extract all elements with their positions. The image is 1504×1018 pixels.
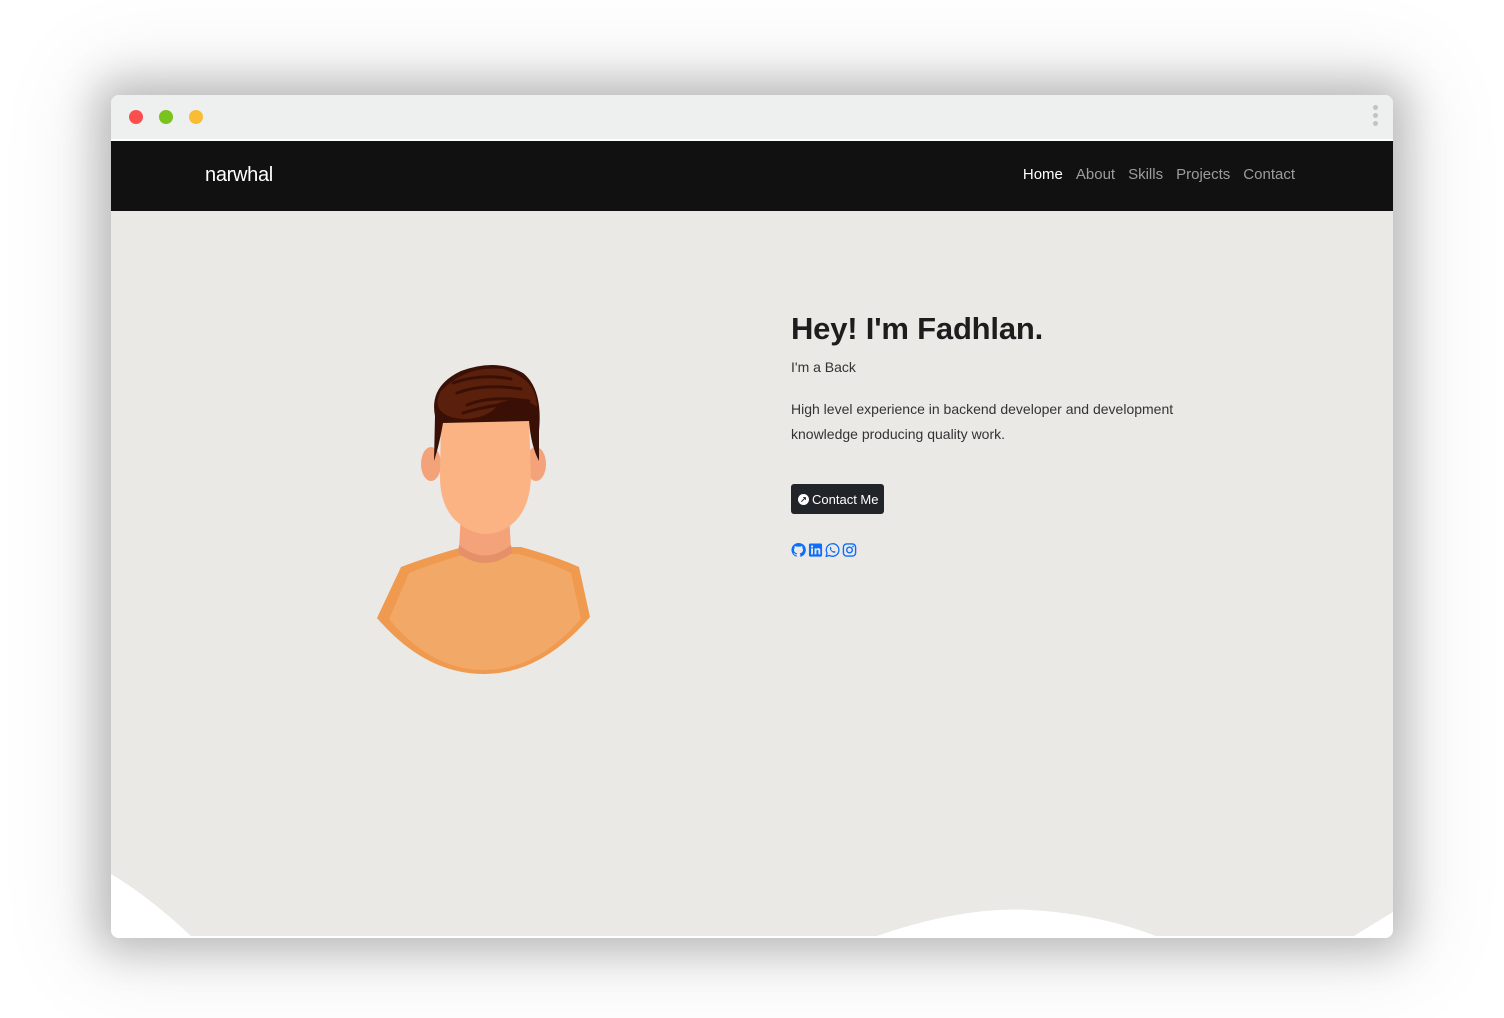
- description-line-1: High level experience in backend develop…: [791, 401, 1174, 417]
- contact-me-button[interactable]: ↗ Contact Me: [791, 484, 885, 514]
- github-icon: [791, 542, 806, 557]
- hero-content: Hey! I'm Fadhlan. I'm a Back High level …: [791, 309, 1211, 558]
- description-line-2: knowledge producing quality work.: [791, 426, 1006, 442]
- hero-section: Hey! I'm Fadhlan. I'm a Back High level …: [111, 211, 1393, 938]
- hero-description: High level experience in backend develop…: [791, 397, 1211, 447]
- page-viewport: narwhal Home About Skills Projects Conta…: [111, 141, 1393, 938]
- page-title: Hey! I'm Fadhlan.: [791, 311, 1044, 346]
- arrow-up-right-circle-icon: ↗: [798, 493, 809, 505]
- hero-wave-divider: [111, 874, 1393, 938]
- contact-me-label: Contact Me: [812, 491, 879, 507]
- browser-window: narwhal Home About Skills Projects Conta…: [111, 95, 1393, 938]
- role-subtitle: I'm a Back: [791, 359, 856, 375]
- github-link[interactable]: [791, 542, 806, 558]
- social-links: [791, 542, 857, 558]
- nav-links: Home About Skills Projects Contact: [1023, 164, 1295, 186]
- navbar: narwhal Home About Skills Projects Conta…: [111, 141, 1393, 211]
- minimize-window-button[interactable]: [189, 110, 203, 124]
- browser-title-bar: [111, 95, 1393, 139]
- whatsapp-icon: [825, 543, 840, 558]
- avatar-illustration: [377, 364, 590, 674]
- more-options-icon[interactable]: [1371, 105, 1379, 129]
- maximize-window-button[interactable]: [159, 110, 173, 124]
- brand-logo[interactable]: narwhal: [205, 163, 273, 187]
- nav-link-home[interactable]: Home: [1023, 164, 1063, 186]
- instagram-icon: [842, 543, 857, 557]
- linkedin-icon: [808, 543, 823, 557]
- whatsapp-link[interactable]: [825, 542, 840, 558]
- linkedin-link[interactable]: [808, 542, 823, 558]
- instagram-link[interactable]: [842, 542, 857, 558]
- nav-link-about[interactable]: About: [1076, 164, 1115, 186]
- nav-link-projects[interactable]: Projects: [1176, 164, 1230, 186]
- close-window-button[interactable]: [129, 110, 143, 124]
- nav-link-skills[interactable]: Skills: [1128, 164, 1163, 186]
- nav-link-contact[interactable]: Contact: [1243, 164, 1295, 186]
